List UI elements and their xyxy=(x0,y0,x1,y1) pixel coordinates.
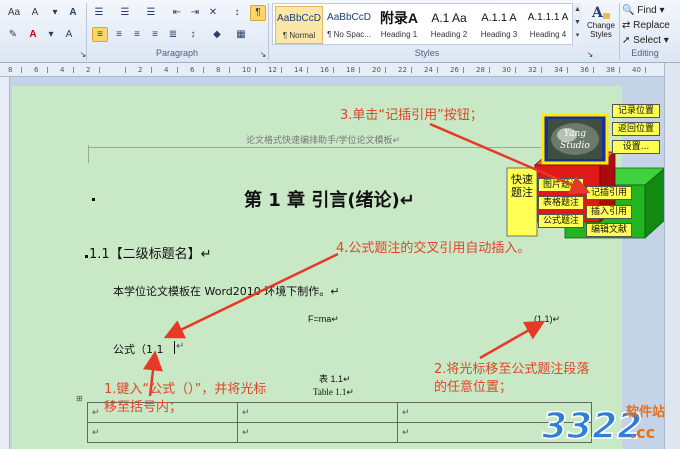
annotation-step1-line2: 移至括号内； xyxy=(104,400,183,415)
annotation-step2-line1: 2.将光标移至公式题注段落 xyxy=(434,362,590,377)
logo-site-text: 软件站 xyxy=(626,404,665,420)
annotation-arrows xyxy=(143,122,591,397)
annotation-step2-line2: 的任意位置； xyxy=(434,380,513,395)
arrow-step4 xyxy=(163,252,339,339)
arrow-step2 xyxy=(479,320,546,360)
annotation-step1-line1: 1.键入“公式（）”，并将光标 xyxy=(104,382,267,397)
site-watermark-logo: 3322 软件站 .cc xyxy=(540,396,680,449)
watermark-logo-graphic: 3322 软件站 .cc xyxy=(541,404,665,448)
vertical-scrollbar[interactable] xyxy=(664,63,680,449)
annotation-step3: 3.单击“记插引用”按钮； xyxy=(340,108,483,123)
logo-domain: .cc xyxy=(630,423,655,442)
annotation-step4: 4.公式题注的交叉引用自动插入。 xyxy=(336,241,531,256)
arrow-step3 xyxy=(429,122,591,195)
